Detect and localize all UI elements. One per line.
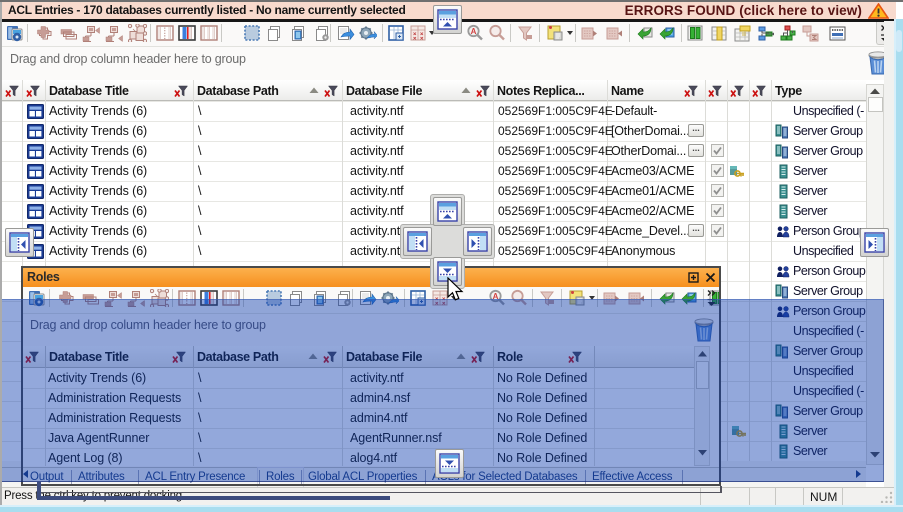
svg-text:A: A xyxy=(471,27,477,36)
